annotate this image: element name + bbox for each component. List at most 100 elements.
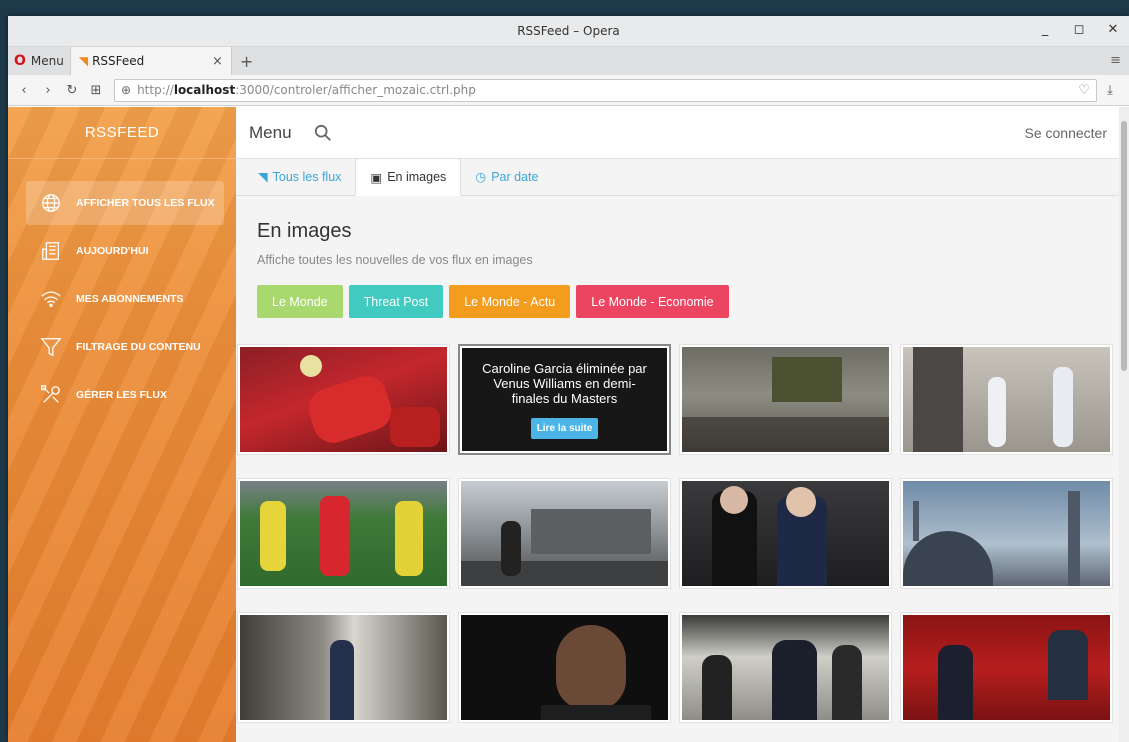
page-heading: En images Affiche toutes les nouvelles d… [236, 196, 1129, 267]
image-card[interactable] [237, 478, 450, 589]
opera-menu-label: Menu [30, 54, 64, 68]
image-card[interactable] [900, 612, 1113, 723]
article-image [682, 615, 889, 720]
article-image [461, 615, 668, 720]
reload-icon[interactable]: ↻ [62, 83, 82, 98]
tab-all-feeds[interactable]: ◥ Tous les flux [244, 158, 355, 195]
rss-icon: ◥ [78, 54, 89, 68]
tab-menu-icon[interactable]: ≡ [1110, 53, 1121, 68]
title-bar: RSSFeed – Opera _ ◻ ✕ [8, 16, 1129, 47]
globe-icon [42, 194, 60, 212]
newspaper-icon [42, 242, 59, 260]
scrollbar-thumb[interactable] [1121, 121, 1127, 371]
image-card[interactable] [900, 344, 1113, 455]
view-tabs: ◥ Tous les flux ▣ En images ◷ Par date [236, 158, 1129, 196]
search-icon[interactable] [314, 124, 332, 142]
site-info-icon[interactable]: ⊕ [121, 83, 131, 97]
minimize-icon[interactable]: _ [1037, 22, 1053, 37]
url-host: localhost [173, 83, 236, 97]
page: RSSFEED AFFICHER TOUS LES FLUX AUJOURD'H… [8, 107, 1129, 742]
filter-threat-post[interactable]: Threat Post [348, 285, 444, 318]
url-input[interactable]: ⊕ http://localhost:3000/controler/affich… [114, 78, 1097, 102]
page-title: En images [257, 220, 352, 242]
filter-le-monde[interactable]: Le Monde [257, 285, 343, 318]
login-link[interactable]: Se connecter [1025, 125, 1108, 141]
sidebar-item-label: AFFICHER TOUS LES FLUX [76, 197, 215, 209]
article-image [903, 481, 1110, 586]
tab-label: Tous les flux [272, 169, 342, 184]
filter-le-monde-actu[interactable]: Le Monde - Actu [449, 285, 571, 318]
url-path: :3000/controler/afficher_mozaic.ctrl.php [235, 83, 476, 97]
sidebar-item-all-feeds[interactable]: AFFICHER TOUS LES FLUX [26, 181, 224, 225]
speed-dial-icon[interactable]: ⊞ [86, 83, 106, 98]
image-card[interactable] [237, 344, 450, 455]
tab-bar: O Menu ◥ RSSFeed × + ≡ [8, 47, 1129, 75]
article-image [240, 481, 447, 586]
image-card[interactable] [679, 478, 892, 589]
article-image [240, 615, 447, 720]
opera-logo-icon: O [14, 53, 26, 69]
image-card[interactable] [458, 478, 671, 589]
article-image [461, 481, 668, 586]
image-card[interactable] [679, 344, 892, 455]
top-navbar: Menu Se connecter [236, 107, 1129, 159]
sidebar-nav: AFFICHER TOUS LES FLUX AUJOURD'HUI MES A… [8, 159, 236, 417]
sidebar-item-label: GÉRER LES FLUX [76, 389, 168, 401]
article-image [682, 481, 889, 586]
article-image [903, 615, 1110, 720]
image-card-hovered[interactable]: Caroline Garcia éliminée par Venus Willi… [458, 344, 671, 455]
menu-toggle[interactable]: Menu [249, 123, 292, 143]
tab-label: Par date [491, 169, 539, 184]
article-overlay: Caroline Garcia éliminée par Venus Willi… [462, 348, 667, 451]
sidebar: RSSFEED AFFICHER TOUS LES FLUX AUJOURD'H… [8, 107, 236, 742]
sidebar-item-label: FILTRAGE DU CONTENU [76, 341, 201, 353]
clock-icon: ◷ [475, 170, 487, 184]
image-icon: ▣ [370, 170, 383, 185]
image-card[interactable] [458, 612, 671, 723]
brand-logo[interactable]: RSSFEED [8, 107, 236, 159]
wifi-icon [41, 291, 61, 308]
tab-label: En images [387, 170, 447, 184]
image-grid: Caroline Garcia éliminée par Venus Willi… [237, 344, 1113, 723]
page-subtitle: Affiche toutes les nouvelles de vos flux… [257, 253, 533, 267]
tools-icon [41, 385, 60, 403]
url-scheme: http:// [137, 83, 174, 97]
filter-le-monde-economie[interactable]: Le Monde - Economie [576, 285, 729, 318]
tab-by-date[interactable]: ◷ Par date [461, 158, 552, 195]
article-image: Caroline Garcia éliminée par Venus Willi… [462, 348, 667, 451]
image-card[interactable] [900, 478, 1113, 589]
close-tab-icon[interactable]: × [212, 54, 223, 69]
sidebar-item-today[interactable]: AUJOURD'HUI [26, 229, 224, 273]
sidebar-item-label: MES ABONNEMENTS [76, 293, 184, 305]
back-icon[interactable]: ‹ [14, 83, 34, 98]
close-window-icon[interactable]: ✕ [1105, 22, 1121, 37]
sidebar-item-subscriptions[interactable]: MES ABONNEMENTS [26, 277, 224, 321]
sidebar-item-manage-feeds[interactable]: GÉRER LES FLUX [26, 373, 224, 417]
sidebar-item-label: AUJOURD'HUI [76, 245, 149, 257]
address-bar: ‹ › ↻ ⊞ ⊕ http://localhost:3000/controle… [8, 75, 1129, 106]
filter-icon [40, 338, 62, 357]
download-icon[interactable]: ⤓ [1097, 83, 1123, 98]
forward-icon[interactable]: › [38, 83, 58, 98]
article-image [240, 347, 447, 452]
opera-menu-button[interactable]: O Menu [8, 47, 70, 75]
window-title: RSSFeed – Opera [517, 24, 620, 38]
image-card[interactable] [679, 612, 892, 723]
new-tab-button[interactable]: + [240, 52, 253, 71]
image-card[interactable] [237, 612, 450, 723]
sidebar-item-filtering[interactable]: FILTRAGE DU CONTENU [26, 325, 224, 369]
article-image [903, 347, 1110, 452]
browser-tab[interactable]: ◥ RSSFeed × [69, 47, 232, 75]
rss-icon: ◥ [258, 170, 268, 184]
page-scrollbar[interactable] [1119, 107, 1129, 742]
maximize-icon[interactable]: ◻ [1071, 22, 1087, 37]
tab-title: RSSFeed [92, 54, 145, 68]
browser-window: RSSFeed – Opera _ ◻ ✕ O Menu ◥ RSSFeed ×… [8, 16, 1129, 742]
feed-filters: Le Monde Threat Post Le Monde - Actu Le … [257, 285, 1129, 318]
main-content: Menu Se connecter ◥ Tous les flux ▣ En i… [236, 107, 1129, 742]
article-title: Caroline Garcia éliminée par Venus Willi… [482, 360, 647, 406]
read-more-button[interactable]: Lire la suite [530, 417, 599, 439]
tab-images[interactable]: ▣ En images [355, 158, 462, 196]
article-image [682, 347, 889, 452]
bookmark-heart-icon[interactable]: ♡ [1078, 83, 1090, 98]
